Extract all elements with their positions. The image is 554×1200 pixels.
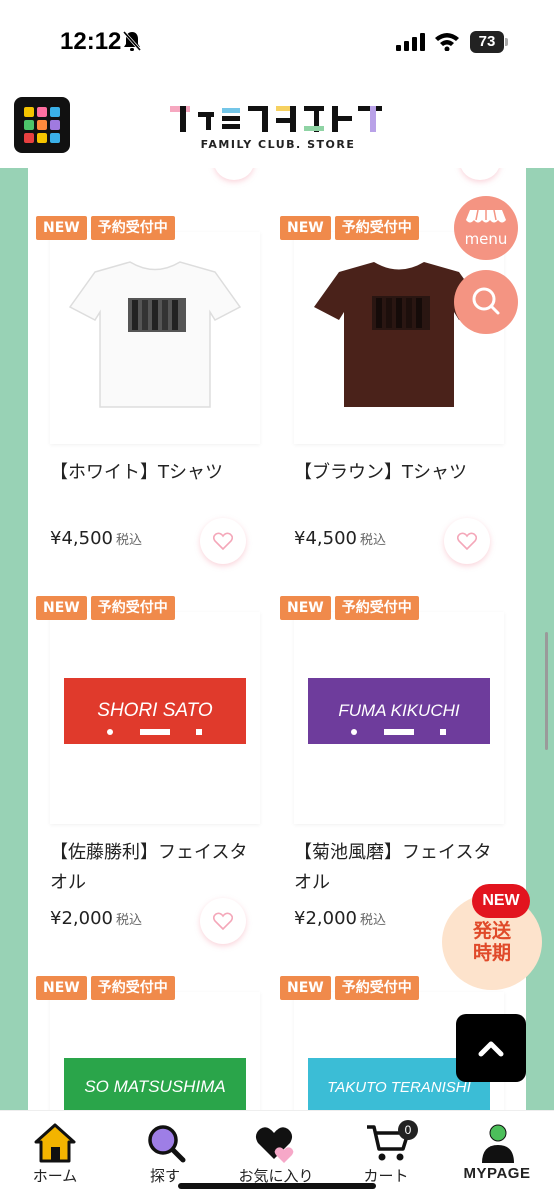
badge-group: NEW 予約受付中 — [280, 216, 419, 240]
preorder-badge: 予約受付中 — [334, 596, 419, 620]
menu-label: menu — [464, 230, 508, 248]
magnifier-icon — [148, 1125, 186, 1163]
heart-icon — [255, 1127, 294, 1163]
site-header: FAMILY CLUB. STORE — [0, 84, 554, 168]
home-icon — [34, 1123, 76, 1163]
favorite-button-peek[interactable] — [460, 168, 500, 180]
towel-text: SO MATSUSHIMA — [84, 1077, 225, 1096]
nav-home-label: ホーム — [32, 1167, 78, 1185]
new-badge: NEW — [280, 976, 331, 1000]
towel-text: SHORI SATO — [97, 700, 213, 721]
price-value: ¥4,500 — [50, 528, 113, 549]
brown-tshirt-image — [314, 262, 484, 407]
badge-group: NEW 予約受付中 — [36, 596, 175, 620]
menu-button[interactable]: menu — [454, 196, 518, 260]
search-icon — [472, 287, 500, 315]
product-image[interactable] — [50, 232, 260, 444]
cart-count-badge: 0 — [398, 1120, 418, 1140]
heart-icon — [213, 912, 233, 930]
nav-mypage-label: MYPAGE — [463, 1165, 531, 1182]
favorite-button-peek[interactable] — [214, 168, 254, 180]
towel-text: FUMA KIKUCHI — [338, 701, 459, 720]
preorder-badge: 予約受付中 — [334, 976, 419, 1000]
towel-text: TAKUTO TERANISHI — [327, 1079, 471, 1096]
product-image[interactable]: SHORI SATO — [50, 612, 260, 824]
badge-group: NEW 予約受付中 — [280, 596, 419, 620]
shipping-label-line2: 時期 — [472, 942, 511, 964]
shipping-label-line1: 発送 — [472, 920, 511, 942]
search-button[interactable] — [454, 270, 518, 334]
product-price: ¥4,500 税込 — [50, 528, 142, 549]
product-price: ¥2,000 税込 — [294, 908, 386, 929]
red-towel-image: SHORI SATO — [64, 678, 246, 744]
preorder-badge: 予約受付中 — [90, 976, 175, 1000]
badge-group: NEW 予約受付中 — [280, 976, 419, 1000]
product-image[interactable]: FUMA KIKUCHI — [294, 612, 504, 824]
preorder-badge: 予約受付中 — [90, 596, 175, 620]
new-badge: NEW — [280, 216, 331, 240]
product-price: ¥2,000 税込 — [50, 908, 142, 929]
preorder-badge: 予約受付中 — [334, 216, 419, 240]
new-badge: NEW — [280, 596, 331, 620]
scrollbar[interactable] — [545, 632, 548, 750]
shipping-schedule-label: 発送 時期 — [442, 920, 542, 964]
battery-level: 73 — [478, 33, 496, 50]
new-badge: NEW — [36, 976, 87, 1000]
status-bar: 12:12 73 — [0, 0, 554, 84]
scroll-to-top-button[interactable] — [456, 1014, 526, 1082]
user-icon — [482, 1124, 514, 1163]
logo-mark — [170, 106, 382, 132]
heart-icon — [213, 532, 233, 550]
preorder-badge: 予約受付中 — [90, 216, 175, 240]
signal-icon — [396, 33, 425, 51]
product-name[interactable]: 【佐藤勝利】フェイスタオル — [50, 838, 260, 898]
new-badge: NEW — [36, 596, 87, 620]
new-badge: NEW — [36, 216, 87, 240]
logo-subtitle: FAMILY CLUB. STORE — [200, 138, 356, 151]
store-logo[interactable]: FAMILY CLUB. STORE — [168, 102, 388, 152]
tax-label: 税込 — [359, 533, 386, 548]
product-name[interactable]: 【ブラウン】Tシャツ — [294, 458, 504, 488]
wifi-icon — [435, 33, 459, 51]
product-image[interactable]: SO MATSUSHIMA — [50, 992, 260, 1110]
nav-home[interactable]: ホーム — [0, 1111, 110, 1200]
product-name[interactable]: 【菊池風磨】フェイスタオル — [294, 838, 504, 898]
badge-group: NEW 予約受付中 — [36, 976, 175, 1000]
new-tag: NEW — [472, 884, 530, 918]
battery-indicator: 73 — [470, 31, 508, 53]
badge-group: NEW 予約受付中 — [36, 216, 175, 240]
nav-mypage[interactable]: MYPAGE — [442, 1111, 552, 1200]
product-price: ¥4,500 税込 — [294, 528, 386, 549]
favorite-button[interactable] — [200, 518, 246, 564]
tax-label: 税込 — [115, 533, 142, 548]
product-name[interactable]: 【ホワイト】Tシャツ — [50, 458, 260, 488]
home-indicator[interactable] — [178, 1183, 376, 1189]
status-time: 12:12 — [60, 28, 122, 55]
bell-slash-icon — [122, 31, 142, 51]
heart-icon — [457, 532, 477, 550]
purple-towel-image: FUMA KIKUCHI — [308, 678, 490, 744]
price-value: ¥2,000 — [50, 908, 113, 929]
green-towel-image: SO MATSUSHIMA — [64, 1058, 246, 1110]
white-tshirt-image — [68, 261, 242, 408]
favorite-button[interactable] — [444, 518, 490, 564]
category-grid-button[interactable] — [14, 97, 70, 153]
tax-label: 税込 — [115, 913, 142, 928]
tax-label: 税込 — [359, 913, 386, 928]
price-value: ¥2,000 — [294, 908, 357, 929]
chevron-up-icon — [478, 1041, 504, 1057]
product-image[interactable] — [294, 232, 504, 444]
price-value: ¥4,500 — [294, 528, 357, 549]
favorite-button[interactable] — [200, 898, 246, 944]
